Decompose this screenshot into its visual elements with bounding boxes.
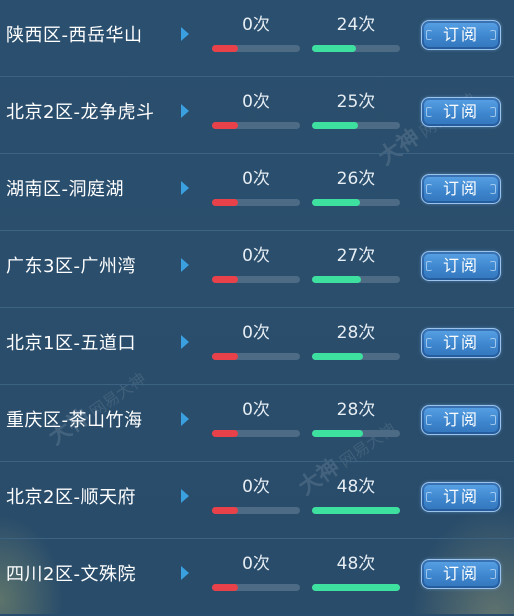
right-progress-bar — [312, 45, 400, 52]
server-name: 湖南区-洞庭湖 — [6, 179, 124, 200]
play-arrow-icon[interactable] — [181, 412, 189, 426]
play-arrow-icon[interactable] — [181, 104, 189, 118]
right-count: 28次 — [336, 400, 376, 420]
left-progress-bar — [212, 353, 300, 360]
server-name: 四川2区-文殊院 — [6, 564, 136, 585]
right-count: 26次 — [336, 169, 376, 189]
left-count: 0次 — [242, 400, 270, 420]
right-count: 24次 — [336, 15, 376, 35]
play-arrow-icon[interactable] — [181, 181, 189, 195]
server-row[interactable]: 北京2区-顺天府 0次 48次 订阅 — [0, 462, 514, 539]
play-arrow-icon[interactable] — [181, 335, 189, 349]
left-count: 0次 — [242, 323, 270, 343]
right-progress-bar — [312, 353, 400, 360]
left-progress-bar — [212, 45, 300, 52]
subscribe-button[interactable]: 订阅 — [421, 20, 501, 50]
left-progress-bar — [212, 584, 300, 591]
right-progress-bar — [312, 122, 400, 129]
left-progress-fill — [212, 276, 239, 283]
right-progress-bar — [312, 276, 400, 283]
left-progress-fill — [212, 45, 239, 52]
server-row[interactable]: 北京1区-五道口 0次 28次 订阅 — [0, 308, 514, 385]
server-row[interactable]: 北京2区-龙争虎斗 0次 25次 订阅 — [0, 77, 514, 154]
server-list: 陕西区-西岳华山 0次 24次 订阅 北京2区-龙争虎斗 0次 25次 订阅 湖… — [0, 0, 514, 616]
subscribe-button[interactable]: 订阅 — [421, 328, 501, 358]
server-row[interactable]: 四川2区-文殊院 0次 48次 订阅 — [0, 539, 514, 616]
right-count: 27次 — [336, 246, 376, 266]
server-name: 北京1区-五道口 — [6, 333, 136, 354]
server-row[interactable]: 陕西区-西岳华山 0次 24次 订阅 — [0, 0, 514, 77]
left-progress-bar — [212, 276, 300, 283]
right-progress-bar — [312, 584, 400, 591]
right-count: 28次 — [336, 323, 376, 343]
right-progress-bar — [312, 507, 400, 514]
subscribe-button[interactable]: 订阅 — [421, 97, 501, 127]
left-progress-bar — [212, 199, 300, 206]
subscribe-button[interactable]: 订阅 — [421, 482, 501, 512]
right-progress-fill — [312, 45, 356, 52]
left-progress-bar — [212, 122, 300, 129]
left-progress-bar — [212, 507, 300, 514]
right-progress-fill — [312, 122, 358, 129]
left-progress-fill — [212, 353, 239, 360]
right-progress-fill — [312, 276, 362, 283]
left-count: 0次 — [242, 92, 270, 112]
left-progress-fill — [212, 430, 239, 437]
server-name: 重庆区-茶山竹海 — [6, 410, 143, 431]
left-count: 0次 — [242, 246, 270, 266]
left-count: 0次 — [242, 477, 270, 497]
server-name: 广东3区-广州湾 — [6, 256, 136, 277]
left-progress-fill — [212, 122, 239, 129]
play-arrow-icon[interactable] — [181, 566, 189, 580]
server-row[interactable]: 湖南区-洞庭湖 0次 26次 订阅 — [0, 154, 514, 231]
right-progress-fill — [312, 353, 364, 360]
server-row[interactable]: 重庆区-茶山竹海 0次 28次 订阅 — [0, 385, 514, 462]
play-arrow-icon[interactable] — [181, 27, 189, 41]
right-count: 48次 — [336, 477, 376, 497]
left-progress-fill — [212, 199, 239, 206]
right-count: 25次 — [336, 92, 376, 112]
right-progress-fill — [312, 430, 364, 437]
right-count: 48次 — [336, 554, 376, 574]
right-progress-bar — [312, 430, 400, 437]
subscribe-button[interactable]: 订阅 — [421, 405, 501, 435]
subscribe-button[interactable]: 订阅 — [421, 174, 501, 204]
play-arrow-icon[interactable] — [181, 258, 189, 272]
right-progress-bar — [312, 199, 400, 206]
server-name: 北京2区-顺天府 — [6, 487, 136, 508]
left-count: 0次 — [242, 169, 270, 189]
subscribe-button[interactable]: 订阅 — [421, 559, 501, 589]
right-progress-fill — [312, 199, 360, 206]
subscribe-button[interactable]: 订阅 — [421, 251, 501, 281]
server-name: 北京2区-龙争虎斗 — [6, 102, 155, 123]
left-progress-bar — [212, 430, 300, 437]
play-arrow-icon[interactable] — [181, 489, 189, 503]
left-count: 0次 — [242, 554, 270, 574]
right-progress-fill — [312, 507, 400, 514]
left-count: 0次 — [242, 15, 270, 35]
right-progress-fill — [312, 584, 400, 591]
left-progress-fill — [212, 507, 239, 514]
server-name: 陕西区-西岳华山 — [6, 25, 143, 46]
server-row[interactable]: 广东3区-广州湾 0次 27次 订阅 — [0, 231, 514, 308]
left-progress-fill — [212, 584, 239, 591]
